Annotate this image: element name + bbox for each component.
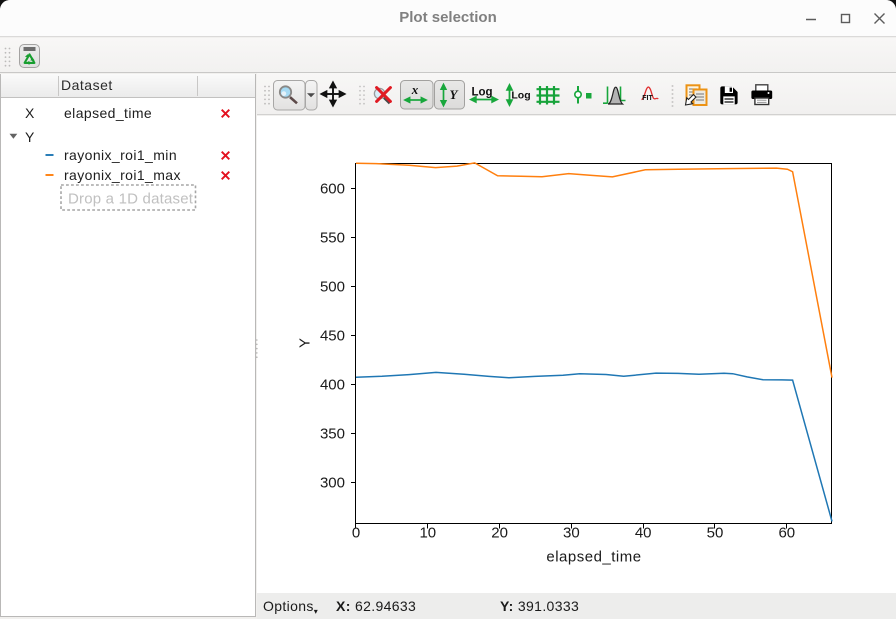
- svg-text:Drop a 1D dataset: Drop a 1D dataset: [68, 191, 194, 208]
- svg-text:500: 500: [320, 278, 345, 295]
- svg-text:600: 600: [320, 180, 345, 197]
- svg-text:0: 0: [352, 525, 360, 542]
- svg-text:550: 550: [320, 229, 345, 246]
- svg-text:400: 400: [320, 376, 345, 393]
- svg-text:Y: Y: [450, 87, 459, 102]
- svg-text:FIT: FIT: [642, 95, 653, 102]
- svg-text:60: 60: [778, 525, 795, 542]
- svg-text:x: x: [411, 82, 419, 97]
- svg-text:50: 50: [707, 525, 724, 542]
- svg-text:300: 300: [320, 474, 345, 491]
- svg-text:Y: Y: [296, 338, 313, 348]
- svg-text:20: 20: [491, 525, 508, 542]
- svg-text:elapsed_time: elapsed_time: [546, 549, 641, 566]
- svg-text:450: 450: [320, 327, 345, 344]
- svg-text:30: 30: [563, 525, 580, 542]
- svg-text:Log: Log: [511, 90, 530, 102]
- svg-text:10: 10: [419, 525, 436, 542]
- svg-text:350: 350: [320, 425, 345, 442]
- svg-text:40: 40: [635, 525, 652, 542]
